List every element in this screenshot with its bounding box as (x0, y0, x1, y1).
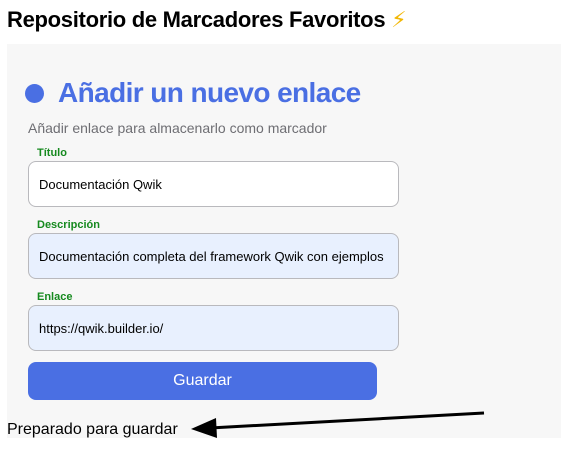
arrow-shaft (209, 411, 485, 430)
arrow-head (191, 418, 217, 438)
arrow-annotation (191, 411, 485, 438)
